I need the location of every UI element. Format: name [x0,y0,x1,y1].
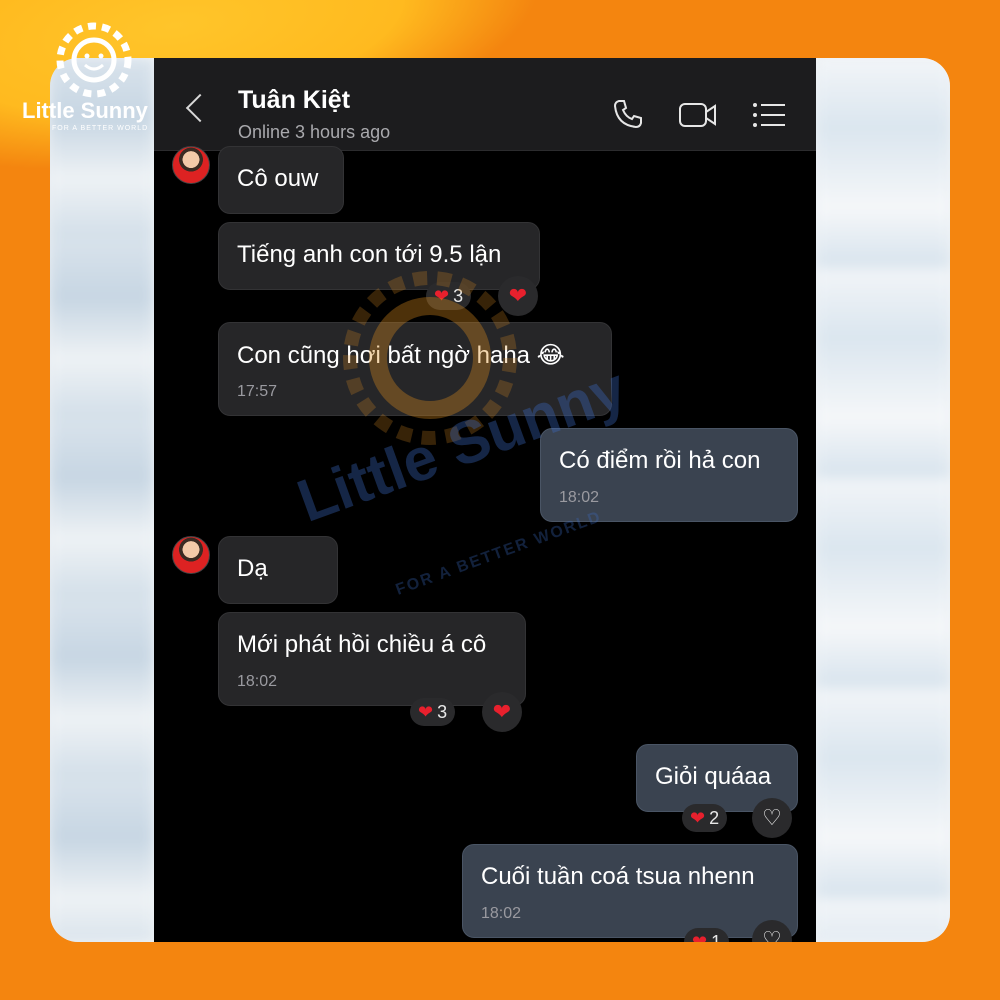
chat-screen: Tuân Kiệt Online 3 hours ago Cô ouw Tiến… [154,58,816,942]
back-icon[interactable] [185,93,215,123]
heart-icon: ❤ [418,702,434,722]
message-bubble[interactable]: Mới phát hồi chiều á cô 18:02 [218,612,526,706]
reaction-summary[interactable]: ❤ 1 [684,928,730,942]
message-bubble[interactable]: Cô ouw [218,146,344,214]
heart-outline-icon: ♡ [762,927,782,942]
chat-header: Tuân Kiệt Online 3 hours ago [154,58,816,151]
heart-outline-icon: ♡ [762,805,782,830]
message-bubble[interactable]: Dạ [218,536,338,604]
brand-name: Little Sunny [22,98,148,123]
online-status: Online 3 hours ago [238,122,391,142]
heart-icon: ❤ [692,932,708,942]
message-text: Có điểm rồi hả con [559,447,761,474]
message-text: Giỏi quáaa [655,763,772,790]
screenshot-card: Tuân Kiệt Online 3 hours ago Cô ouw Tiến… [50,58,950,942]
reaction-count: 2 [709,808,720,828]
message-time: 17:57 [237,383,278,400]
heart-reaction-button[interactable]: ❤ [482,692,522,732]
blurred-edge-right [816,58,950,942]
reaction-count: 3 [437,702,448,722]
message-time: 18:02 [237,673,278,690]
contact-name: Tuân Kiệt [238,86,351,114]
avatar[interactable] [172,146,210,184]
message-text: Mới phát hồi chiều á cô [237,631,487,658]
blurred-edge-left [50,58,154,942]
message-text: Tiếng anh con tới 9.5 lận [237,241,502,268]
menu-list-icon[interactable] [752,102,786,128]
message-bubble[interactable]: Cuối tuần coá tsua nhenn 18:02 [462,844,798,938]
sun-logo-icon [56,22,132,98]
video-call-icon[interactable] [678,100,718,130]
reaction-summary[interactable]: ❤ 3 [410,698,456,726]
avatar[interactable] [172,536,210,574]
message-text: Cô ouw [237,165,319,192]
brand-tagline: FOR A BETTER WORLD [52,125,149,132]
message-time: 18:02 [559,489,600,506]
message-bubble[interactable]: Có điểm rồi hả con 18:02 [540,428,798,522]
like-reaction-button[interactable]: ♡ [752,798,792,838]
message-text: Dạ [237,555,268,582]
phone-icon[interactable] [612,98,644,130]
reaction-count: 1 [711,932,722,942]
message-time: 18:02 [481,905,522,922]
heart-icon: ❤ [690,808,706,828]
heart-icon: ❤ [492,699,512,724]
reaction-summary[interactable]: ❤ 2 [682,804,728,832]
message-text: Cuối tuần coá tsua nhenn [481,863,755,890]
